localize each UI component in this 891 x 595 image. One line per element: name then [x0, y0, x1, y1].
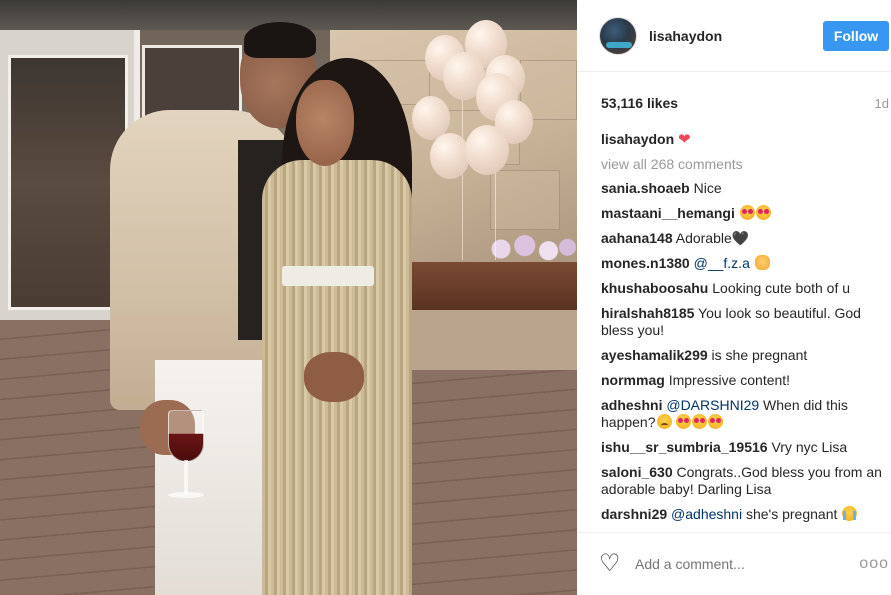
comment-text: Nice	[693, 180, 722, 196]
caption: lisahaydon ❤	[601, 131, 886, 148]
post-side-panel: lisahaydon Follow 53,116 likes 1d lisaha…	[577, 0, 891, 595]
comment-username[interactable]: darshni29	[601, 506, 667, 522]
comment-username[interactable]: aahana148	[601, 230, 673, 246]
comment: mastaani__hemangi	[601, 205, 886, 222]
flower-arrangement	[482, 232, 577, 266]
comment-mention[interactable]: @__f.z.a	[694, 255, 750, 271]
more-options-button[interactable]: ooo	[859, 555, 889, 573]
comment-username[interactable]: sania.shoaeb	[601, 180, 690, 196]
avatar[interactable]	[599, 17, 637, 55]
comment: ayeshamalik299 is she pregnant	[601, 347, 886, 364]
post-header: lisahaydon Follow	[577, 0, 891, 72]
comment-username[interactable]: mones.n1380	[601, 255, 690, 271]
comment-text: Looking cute both of u	[712, 280, 851, 296]
comment: khushaboosahu Looking cute both of u	[601, 280, 886, 297]
comment: ishu__sr_sumbria_19516 Vry nyc Lisa	[601, 439, 886, 456]
man-hair	[244, 22, 316, 58]
balloon	[465, 125, 509, 175]
balloon	[430, 133, 470, 179]
add-comment-input[interactable]	[635, 556, 835, 572]
comment-username[interactable]: ishu__sr_sumbria_19516	[601, 439, 768, 455]
comment-text: Vry nyc Lisa	[771, 439, 848, 455]
crying-emoji-icon	[842, 506, 858, 521]
post-photo[interactable]	[0, 0, 577, 595]
balloon-string	[462, 100, 463, 260]
likes-count[interactable]: 53,116 likes	[601, 95, 678, 111]
comment-text: she's pregnant	[745, 506, 838, 522]
counter-base	[400, 310, 577, 370]
wine-glass-stem	[184, 460, 188, 494]
comment-username[interactable]: mastaani__hemangi	[601, 205, 735, 221]
man-pants	[155, 360, 270, 595]
frowning-emoji-icon	[656, 414, 672, 429]
heart-eyes-emoji-icon	[676, 414, 692, 429]
cat-emoji-icon	[754, 255, 770, 270]
heart-eyes-emoji-icon	[692, 414, 708, 429]
comment-username[interactable]: saloni_630	[601, 464, 673, 480]
comment-username[interactable]: adheshni	[601, 397, 662, 413]
woman-belt	[282, 266, 374, 286]
comment: aahana148 Adorable🖤	[601, 230, 886, 247]
comment-username[interactable]: normmag	[601, 372, 665, 388]
heart-eyes-emoji-icon	[739, 205, 755, 220]
wine-glass-foot	[168, 492, 204, 498]
comment: mones.n1380 @__f.z.a	[601, 255, 886, 272]
comment: darshni29 @adheshni she's pregnant	[601, 506, 886, 523]
comment-text: is she pregnant	[711, 347, 808, 363]
header-username[interactable]: lisahaydon	[649, 28, 722, 44]
view-all-comments-link[interactable]: view all 268 comments	[601, 156, 886, 172]
comment-username[interactable]: hiralshah8185	[601, 305, 694, 321]
comment-username[interactable]: khushaboosahu	[601, 280, 708, 296]
comment-username[interactable]: ayeshamalik299	[601, 347, 708, 363]
red-heart-emoji: ❤	[678, 131, 691, 148]
woman-face	[296, 80, 354, 166]
comment-text: Adorable🖤	[675, 230, 750, 246]
comment-text: Impressive content!	[668, 372, 791, 388]
heart-eyes-emoji-icon	[755, 205, 771, 220]
comment-mention[interactable]: @adheshni	[671, 506, 742, 522]
comment: saloni_630 Congrats..God bless you from …	[601, 464, 886, 498]
wine-glass	[168, 410, 204, 462]
post-time[interactable]: 1d	[875, 96, 889, 111]
follow-button[interactable]: Follow	[823, 21, 889, 51]
heart-outline-icon[interactable]: ♡	[599, 552, 625, 576]
comments-list: lisahaydon ❤ view all 268 comments sania…	[601, 131, 886, 531]
comment: sania.shoaeb Nice	[601, 180, 886, 197]
wall-stone	[490, 170, 560, 230]
heart-eyes-emoji-icon	[708, 414, 724, 429]
comment: adheshni @DARSHNI29 When did this happen…	[601, 397, 886, 431]
woman-arm	[304, 352, 364, 402]
comment-footer: ♡ ooo	[577, 532, 891, 595]
wooden-counter	[400, 262, 577, 310]
comment: normmag Impressive content!	[601, 372, 886, 389]
comment: hiralshah8185 You look so beautiful. God…	[601, 305, 886, 339]
comment-mention[interactable]: @DARSHNI29	[666, 397, 759, 413]
caption-username[interactable]: lisahaydon	[601, 131, 674, 147]
